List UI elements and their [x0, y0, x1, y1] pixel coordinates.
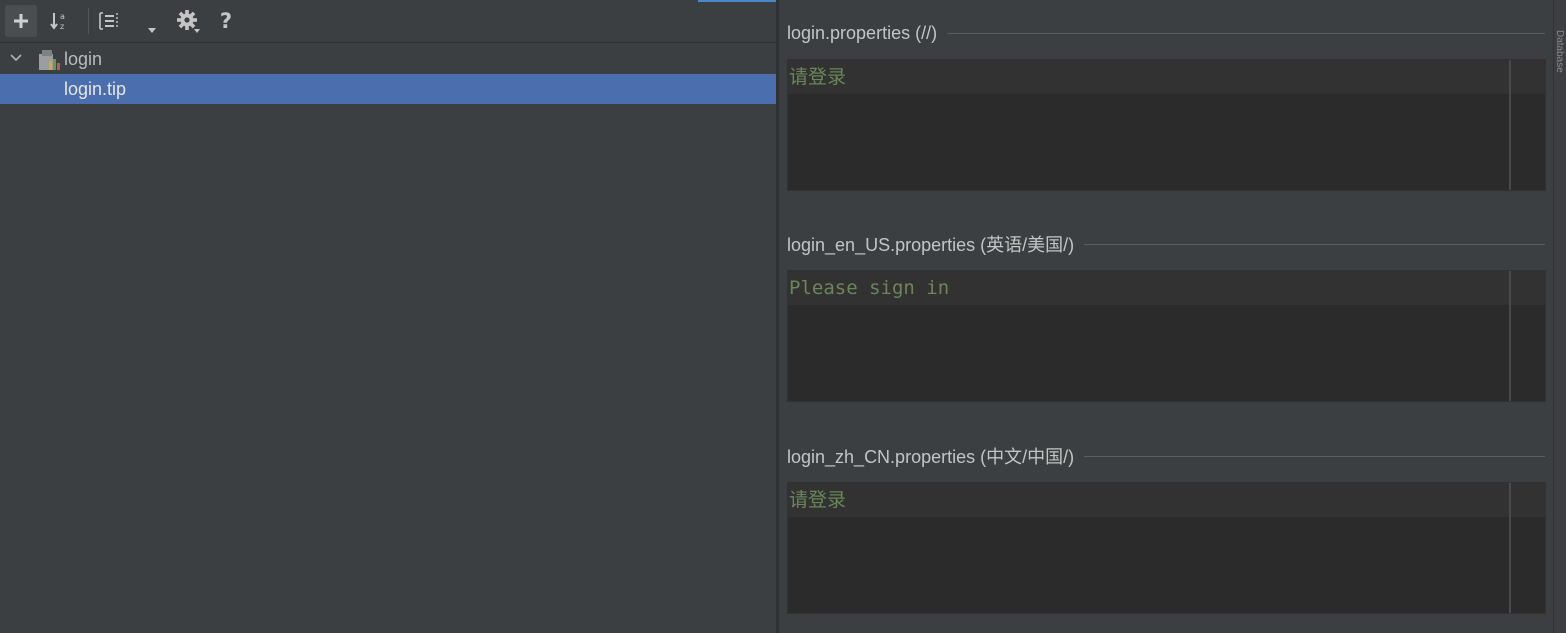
tree-node-label: login: [64, 49, 103, 69]
settings-button[interactable]: [172, 5, 204, 37]
property-value[interactable]: 请登录: [789, 483, 846, 517]
gear-icon: [177, 10, 200, 33]
svg-text:a: a: [60, 12, 65, 21]
right-margin-guide: [1509, 60, 1511, 190]
section-title: login_en_US.properties (英语/美国/): [787, 235, 1075, 255]
section-header: login.properties (//): [787, 21, 1545, 45]
tree-node-login-tip[interactable]: login.tip: [0, 74, 776, 104]
right-margin-guide: [1509, 271, 1511, 401]
section-divider: [1084, 455, 1545, 457]
current-line-highlight: [788, 483, 1545, 517]
group-by-dropdown-button[interactable]: [143, 5, 161, 37]
chevron-down-icon[interactable]: [10, 52, 22, 64]
svg-text:z: z: [60, 22, 64, 31]
help-button[interactable]: ?: [210, 5, 242, 37]
section-title: login.properties (//): [787, 22, 938, 43]
properties-editor-panel: login.properties (//) 请登录 login_en_US.pr…: [779, 0, 1553, 633]
database-tool-window-tab[interactable]: Database: [1556, 30, 1565, 180]
right-margin-guide: [1509, 483, 1511, 613]
toolbar: a z ?: [0, 0, 776, 43]
resource-bundle-icon: [39, 50, 60, 70]
question-icon: ?: [219, 9, 233, 33]
section-title: login_zh_CN.properties (中文/中国/): [787, 447, 1075, 467]
chevron-down-icon: [148, 28, 156, 33]
current-line-highlight: [788, 60, 1545, 94]
group-by-icon: [99, 12, 118, 30]
add-button[interactable]: [5, 5, 37, 37]
plus-icon: [14, 14, 28, 28]
property-value-editor[interactable]: Please sign in: [787, 270, 1546, 402]
property-value-editor[interactable]: 请登录: [787, 59, 1546, 191]
sort-alphabetically-icon: a z: [50, 12, 65, 31]
group-by-button[interactable]: [93, 5, 125, 37]
section-header: login_zh_CN.properties (中文/中国/): [787, 444, 1545, 468]
tree-node-root[interactable]: login: [0, 44, 776, 74]
property-value[interactable]: 请登录: [789, 60, 846, 94]
section-divider: [1084, 243, 1545, 245]
right-tool-window-strip: Database: [1553, 0, 1566, 633]
property-value[interactable]: Please sign in: [789, 271, 949, 305]
section-header: login_en_US.properties (英语/美国/): [787, 232, 1545, 256]
toolbar-separator: [88, 8, 89, 34]
tree-node-label: login.tip: [64, 79, 127, 99]
property-value-editor[interactable]: 请登录: [787, 482, 1546, 614]
resource-bundle-tree-panel: a z ? login login.tip: [0, 0, 776, 633]
section-divider: [947, 32, 1545, 34]
sort-alphabetically-button[interactable]: a z: [44, 5, 76, 37]
resource-bundle-tree: login login.tip: [0, 44, 776, 104]
